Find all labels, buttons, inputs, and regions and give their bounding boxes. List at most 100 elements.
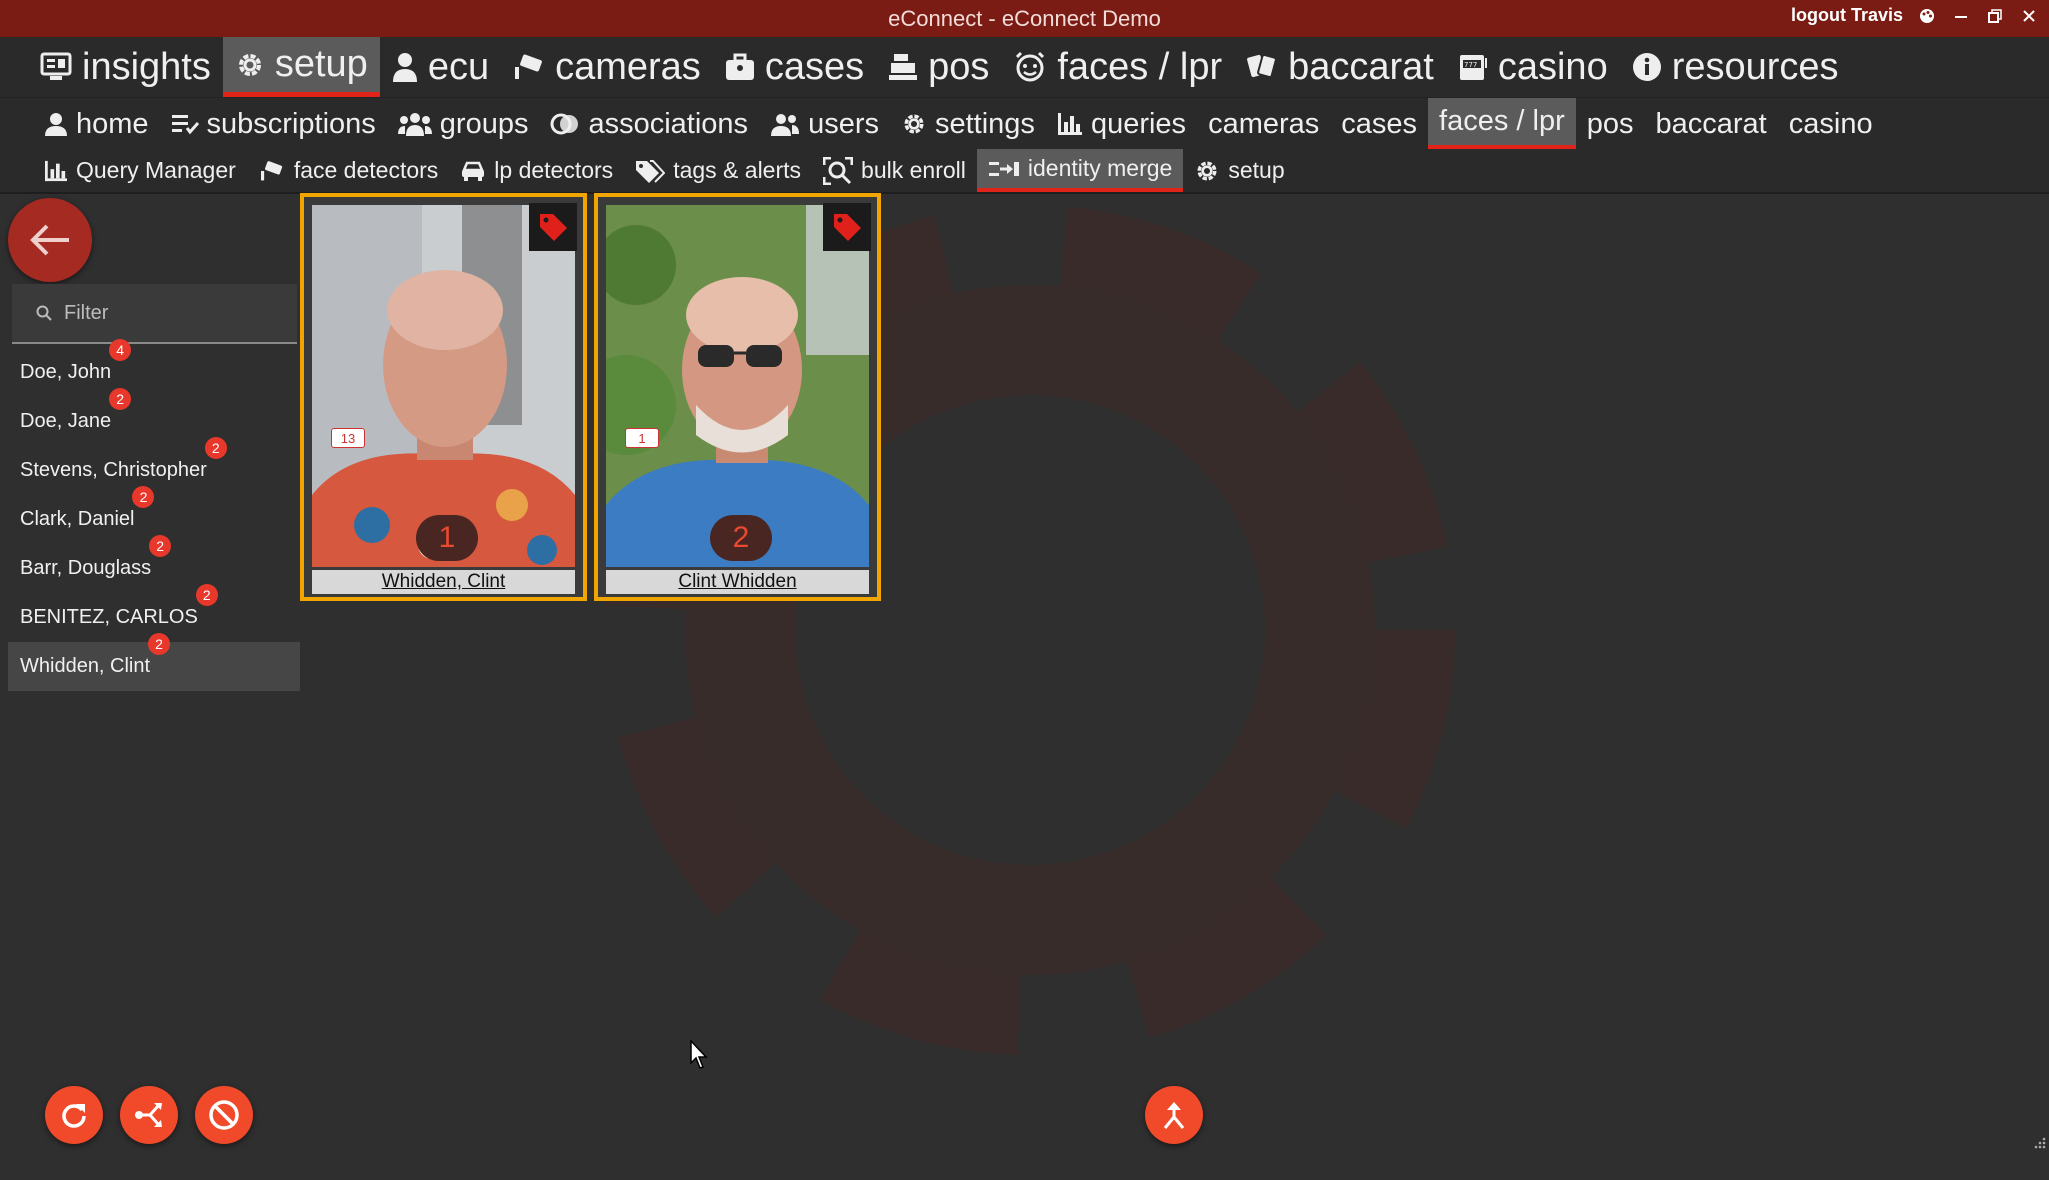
face-photo: [606, 205, 869, 567]
nav-setup[interactable]: setup: [222, 37, 380, 97]
camera-icon: [258, 160, 286, 182]
car-icon: [460, 160, 486, 182]
subnav-cameras[interactable]: cameras: [1197, 98, 1330, 150]
identity-list: Doe, John 4 Doe, Jane 2 Stevens, Christoph…: [8, 339, 300, 691]
subnav-cases[interactable]: cases: [1330, 98, 1428, 150]
count-badge: 2: [204, 437, 227, 459]
identity-card[interactable]: 1 2 Clint Whidden: [594, 193, 881, 601]
merge-arrows-icon: [1160, 1100, 1188, 1130]
camera-icon: [513, 53, 545, 81]
identity-name: Stevens, Christopher: [20, 459, 207, 481]
identity-name: Doe, John: [20, 361, 112, 383]
subnav-associations[interactable]: associations: [539, 98, 759, 150]
nav-ecu[interactable]: ecu: [380, 37, 501, 97]
user-icon: [44, 112, 68, 136]
cancel-button[interactable]: [195, 1086, 253, 1144]
info-icon: [1632, 52, 1662, 82]
list-item[interactable]: Barr, Douglass 2: [8, 535, 300, 593]
nav-faces-lpr[interactable]: faces / lpr: [1001, 37, 1234, 97]
window-title: eConnect - eConnect Demo: [888, 6, 1161, 31]
gear-icon: [901, 111, 927, 137]
tag-icon[interactable]: [529, 203, 577, 251]
list-item-selected[interactable]: Whidden, Clint 2: [8, 633, 300, 691]
merge-button[interactable]: [1145, 1086, 1203, 1144]
link-icon: [550, 112, 580, 136]
identity-card[interactable]: 13 1 Whidden, Clint: [300, 193, 587, 601]
users-group-icon: [397, 112, 432, 136]
face-scan-icon: [1013, 51, 1047, 83]
cards-icon: [1246, 52, 1278, 82]
nav-baccarat[interactable]: baccarat: [1234, 37, 1446, 97]
close-icon[interactable]: [2019, 6, 2039, 26]
users-icon: [770, 112, 800, 136]
nav-resources[interactable]: resources: [1620, 37, 1851, 97]
face-photo: [312, 205, 575, 567]
mouse-cursor-icon: [690, 1040, 708, 1069]
palette-icon[interactable]: [1917, 6, 1937, 26]
gear-icon: [235, 50, 265, 80]
identity-name: Clark, Daniel: [20, 508, 135, 530]
tab-face-detectors[interactable]: face detectors: [247, 149, 449, 192]
split-button[interactable]: [120, 1086, 178, 1144]
slot-machine-icon: 777: [1458, 52, 1488, 82]
list-check-icon: [171, 113, 199, 135]
bar-chart-icon: [1057, 112, 1083, 136]
count-badge: 4: [109, 339, 132, 361]
count-badge: 2: [132, 486, 155, 508]
nav-insights[interactable]: insights: [0, 37, 223, 97]
subnav-home[interactable]: home: [0, 98, 160, 150]
arrow-left-icon: [29, 223, 71, 257]
count-badge: 2: [149, 535, 172, 557]
logout-button[interactable]: logout Travis: [1791, 5, 1903, 26]
list-item[interactable]: Doe, Jane 2: [8, 388, 300, 446]
setup-nav: home subscriptions groups associations u…: [0, 97, 2049, 150]
identity-name: Barr, Douglass: [20, 557, 152, 579]
subnav-subscriptions[interactable]: subscriptions: [160, 98, 387, 150]
image-count: 1: [625, 428, 659, 448]
title-bar: eConnect - eConnect Demo logout Travis: [0, 0, 2049, 37]
tab-query-manager[interactable]: Query Manager: [0, 149, 247, 192]
identity-name: Doe, Jane: [20, 410, 112, 432]
restore-icon[interactable]: [1985, 6, 2005, 26]
tag-icon[interactable]: [823, 203, 871, 251]
search-icon: [36, 305, 52, 321]
count-badge: 2: [109, 388, 132, 410]
tags-icon: [635, 159, 666, 183]
filter-input[interactable]: [62, 300, 286, 326]
subnav-baccarat[interactable]: baccarat: [1645, 98, 1778, 150]
subnav-queries[interactable]: queries: [1046, 98, 1197, 150]
identity-name-link[interactable]: Whidden, Clint: [312, 570, 575, 594]
image-count: 13: [331, 428, 365, 448]
subnav-faces-lpr[interactable]: faces / lpr: [1428, 98, 1576, 150]
nav-casino[interactable]: 777 casino: [1446, 37, 1620, 97]
resize-grip-icon[interactable]: [2031, 1134, 2047, 1150]
refresh-button[interactable]: [45, 1086, 103, 1144]
subnav-casino[interactable]: casino: [1778, 98, 1884, 150]
subnav-pos[interactable]: pos: [1576, 98, 1645, 150]
filter-box: [12, 284, 297, 344]
svg-text:777: 777: [1464, 61, 1477, 69]
list-item[interactable]: Doe, John 4: [8, 339, 300, 397]
refresh-icon: [60, 1101, 88, 1129]
subnav-users[interactable]: users: [759, 98, 890, 150]
list-item[interactable]: Stevens, Christopher 2: [8, 437, 300, 495]
bar-chart-icon: [44, 160, 68, 182]
card-number: 1: [416, 515, 478, 561]
subnav-settings[interactable]: settings: [890, 98, 1046, 150]
nav-cameras[interactable]: cameras: [501, 37, 713, 97]
identity-name: BENITEZ, CARLOS: [20, 606, 198, 628]
minimize-icon[interactable]: [1951, 6, 1971, 26]
nav-pos[interactable]: pos: [876, 37, 1001, 97]
briefcase-icon: [725, 53, 755, 81]
user-tie-icon: [392, 52, 418, 82]
dashboard-icon: [40, 52, 72, 82]
count-badge: 2: [195, 584, 218, 606]
nav-cases[interactable]: cases: [713, 37, 876, 97]
subnav-groups[interactable]: groups: [387, 98, 540, 150]
register-icon: [888, 53, 918, 81]
merge-icon: [988, 159, 1020, 179]
back-button[interactable]: [8, 198, 92, 282]
split-icon: [134, 1101, 164, 1129]
identity-name: Whidden, Clint: [20, 655, 151, 677]
identity-name-link[interactable]: Clint Whidden: [606, 570, 869, 594]
